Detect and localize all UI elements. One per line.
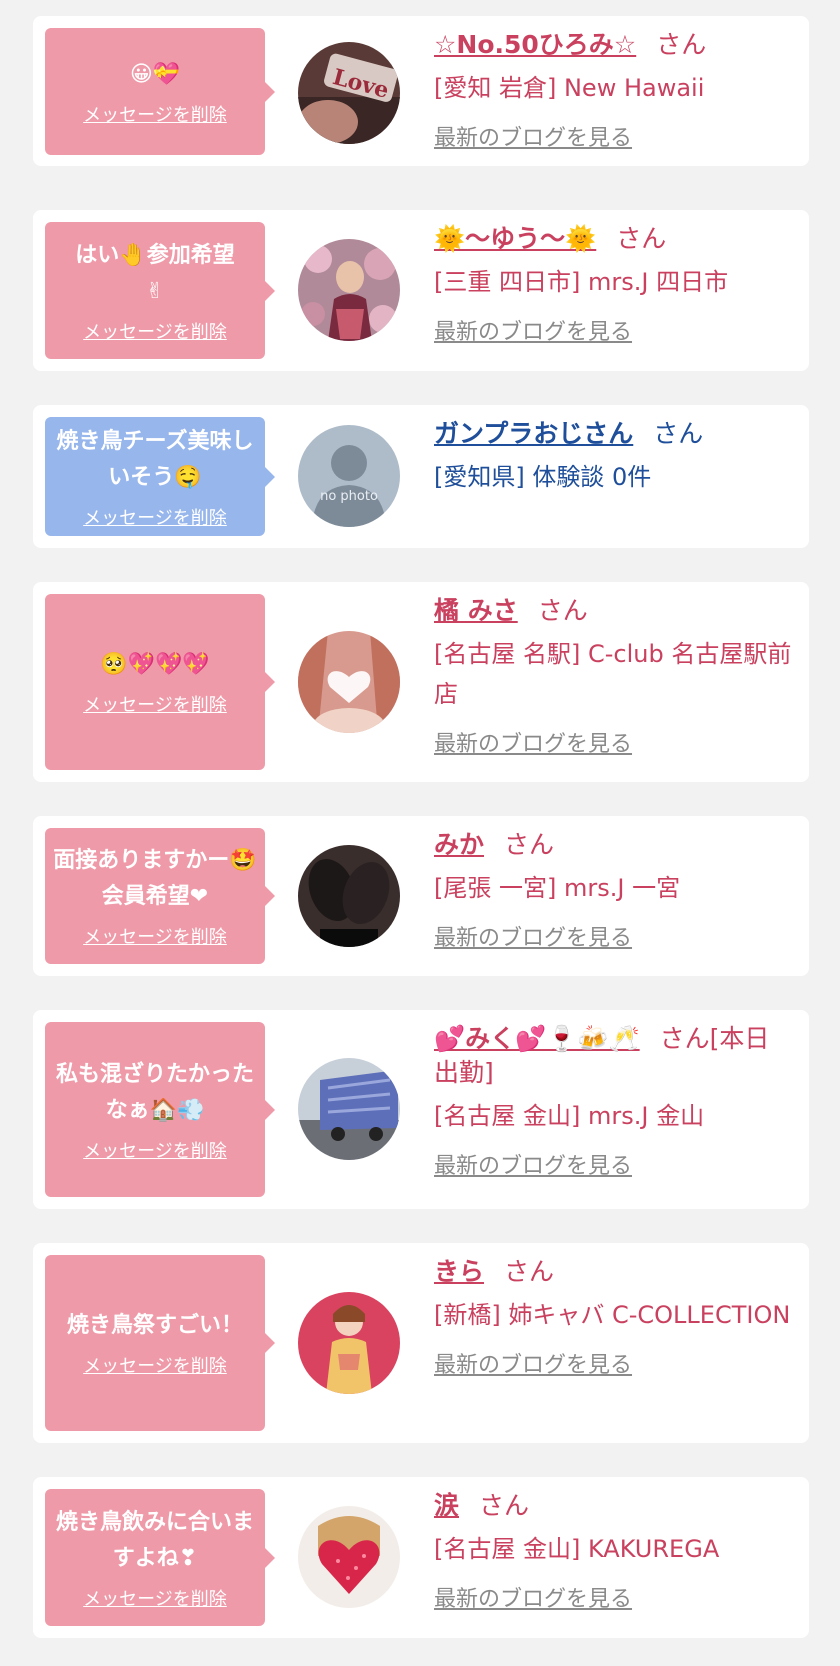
san-suffix: さん (656, 30, 707, 59)
sender-name-link[interactable]: ガンプラおじさん (434, 419, 633, 448)
message-text: はい🤚参加希望 ✌ (75, 242, 235, 304)
sender-name-link[interactable]: 涙 (434, 1491, 459, 1520)
message-bubble: 焼き鳥祭すごい！ メッセージを削除 (45, 1255, 275, 1431)
shop-info: [愛知 岩倉] New Hawaii (434, 74, 705, 102)
san-suffix: さん (537, 596, 588, 625)
avatar[interactable] (298, 631, 400, 733)
message-card: 😀💝 メッセージを削除 Love ☆No.50ひろみ☆ さん [愛知 岩倉] Ne… (33, 16, 809, 166)
delete-message-link[interactable]: メッセージを削除 (83, 1137, 227, 1163)
shop-info: [名古屋 金山] mrs.J 金山 (434, 1102, 705, 1130)
message-text: 😀💝 (129, 61, 181, 87)
shop-info: [愛知県] 体験談 0件 (434, 463, 652, 491)
message-text: 🥺💖💖💖 (100, 652, 210, 677)
message-text: 私も混ざりたかったなぁ🏠💨 (55, 1061, 254, 1123)
shop-info: [名古屋 名駅] C-club 名古屋駅前店 (434, 640, 792, 708)
delete-message-link[interactable]: メッセージを削除 (83, 101, 227, 127)
delete-message-link[interactable]: メッセージを削除 (83, 318, 227, 344)
sender-info: みか さん [尾張 一宮] mrs.J 一宮 最新のブログを見る (434, 828, 793, 952)
avatar[interactable] (298, 845, 400, 947)
message-text: 焼き鳥飲みに合いますよね❣ (55, 1509, 254, 1571)
latest-blog-link[interactable]: 最新のブログを見る (434, 1148, 632, 1180)
delete-message-link[interactable]: メッセージを削除 (83, 923, 227, 949)
sender-info: 涙さん [名古屋 金山] KAKUREGA 最新のブログを見る (434, 1489, 793, 1613)
shop-info: [尾張 一宮] mrs.J 一宮 (434, 874, 681, 902)
avatar[interactable] (298, 1292, 400, 1394)
delete-message-link[interactable]: メッセージを削除 (83, 1585, 227, 1611)
san-suffix: さん (616, 224, 667, 253)
sender-info: ガンプラおじさん さん [愛知県] 体験談 0件 (434, 417, 793, 497)
message-bubble: 私も混ざりたかったなぁ🏠💨 メッセージを削除 (45, 1022, 275, 1197)
shop-info: [新橋] 姉キャバ C-COLLECTION (434, 1301, 791, 1329)
message-text: 焼き鳥祭すごい！ (66, 1313, 243, 1338)
shop-info: [名古屋 金山] KAKUREGA (434, 1535, 720, 1563)
message-bubble: 🥺💖💖💖 メッセージを削除 (45, 594, 275, 770)
avatar[interactable]: no photo (298, 425, 400, 527)
latest-blog-link[interactable]: 最新のブログを見る (434, 726, 632, 758)
avatar[interactable]: Love (298, 42, 400, 144)
message-card: 🥺💖💖💖 メッセージを削除 橘 みさ さん [名古屋 名駅] C-club 名古屋… (33, 582, 809, 782)
avatar[interactable] (298, 1506, 400, 1608)
sender-info: 橘 みさ さん [名古屋 名駅] C-club 名古屋駅前店 最新のブログを見る (434, 594, 793, 758)
message-bubble: 焼き鳥チーズ美味しいそう🤤 メッセージを削除 (45, 417, 275, 536)
message-card: 私も混ざりたかったなぁ🏠💨 メッセージを削除 💕みく💕🍷🍻🥂 さん[本日出勤] [… (33, 1010, 809, 1209)
latest-blog-link[interactable]: 最新のブログを見る (434, 314, 632, 346)
sender-name-link[interactable]: ☆No.50ひろみ☆ (434, 30, 636, 59)
latest-blog-link[interactable]: 最新のブログを見る (434, 120, 632, 152)
san-suffix: さん (653, 419, 704, 448)
message-card: 面接ありますかー🤩会員希望❤ メッセージを削除 みか さん [尾張 一宮] mrs… (33, 816, 809, 976)
sender-name-link[interactable]: 💕みく💕🍷🍻🥂 (434, 1024, 640, 1053)
sender-info: 💕みく💕🍷🍻🥂 さん[本日出勤] [名古屋 金山] mrs.J 金山 最新のブログ… (434, 1022, 793, 1180)
sender-info: きら さん [新橋] 姉キャバ C-COLLECTION 最新のブログを見る (434, 1255, 793, 1379)
delete-message-link[interactable]: メッセージを削除 (83, 691, 227, 717)
message-card: 焼き鳥チーズ美味しいそう🤤 メッセージを削除 no photo ガンプラおじさん… (33, 405, 809, 548)
message-bubble: はい🤚参加希望 ✌ メッセージを削除 (45, 222, 275, 359)
sender-name-link[interactable]: みか (434, 830, 484, 859)
sender-name-link[interactable]: 橘 みさ (434, 596, 518, 625)
message-bubble: 面接ありますかー🤩会員希望❤ メッセージを削除 (45, 828, 275, 964)
message-text: 面接ありますかー🤩会員希望❤ (53, 848, 257, 909)
san-suffix: さん (504, 830, 555, 859)
avatar[interactable] (298, 239, 400, 341)
sender-info: 🌞〜ゆう〜🌞 さん [三重 四日市] mrs.J 四日市 最新のブログを見る (434, 222, 793, 346)
san-suffix: さん (504, 1257, 555, 1286)
no-photo-label: no photo (320, 489, 378, 504)
message-card: 焼き鳥飲みに合いますよね❣ メッセージを削除 涙さん [名古屋 金山] KAKU… (33, 1477, 809, 1638)
message-card: 焼き鳥祭すごい！ メッセージを削除 きら さん [新橋] 姉キャバ C-COLLE… (33, 1243, 809, 1443)
delete-message-link[interactable]: メッセージを削除 (83, 1352, 227, 1378)
message-bubble: 焼き鳥飲みに合いますよね❣ メッセージを削除 (45, 1489, 275, 1626)
message-text: 焼き鳥チーズ美味しいそう🤤 (56, 428, 254, 490)
avatar[interactable] (298, 1058, 400, 1160)
san-suffix: さん (479, 1491, 530, 1520)
delete-message-link[interactable]: メッセージを削除 (83, 504, 227, 530)
sender-name-link[interactable]: 🌞〜ゆう〜🌞 (434, 224, 596, 253)
sender-name-link[interactable]: きら (434, 1257, 484, 1286)
latest-blog-link[interactable]: 最新のブログを見る (434, 1581, 632, 1613)
shop-info: [三重 四日市] mrs.J 四日市 (434, 268, 729, 296)
message-card: はい🤚参加希望 ✌ メッセージを削除 🌞〜ゆう〜🌞 さん [三重 四日市] mrs… (33, 210, 809, 371)
sender-info: ☆No.50ひろみ☆ さん [愛知 岩倉] New Hawaii 最新のブログを見… (434, 28, 793, 152)
message-bubble: 😀💝 メッセージを削除 (45, 28, 275, 155)
latest-blog-link[interactable]: 最新のブログを見る (434, 1347, 632, 1379)
latest-blog-link[interactable]: 最新のブログを見る (434, 920, 632, 952)
